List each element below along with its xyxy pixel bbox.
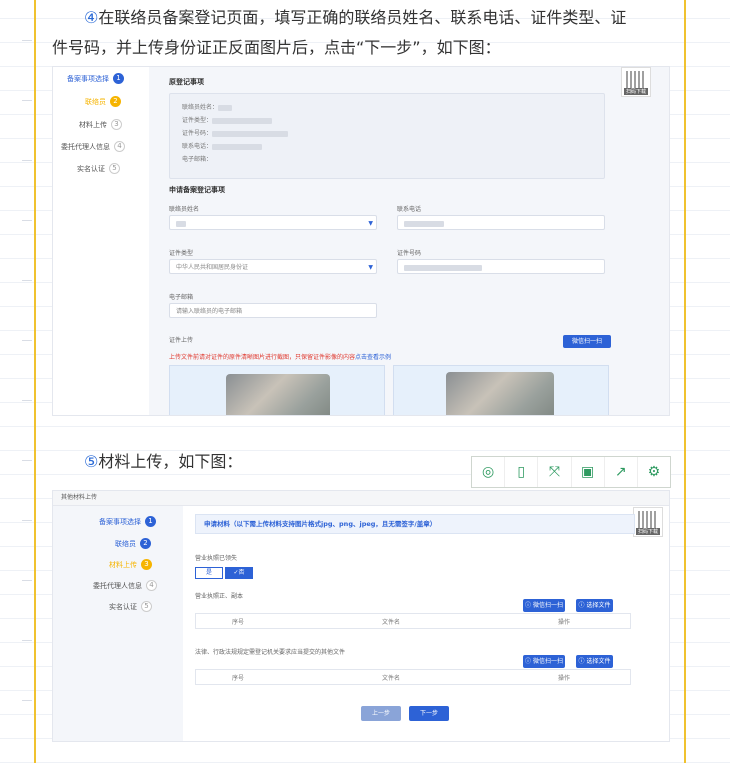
view-example-link[interactable]: 点击查看示例 bbox=[355, 354, 391, 361]
sidebar2-step-5[interactable]: 实名认证 5 bbox=[109, 601, 152, 612]
email-label: 电子邮箱 bbox=[169, 294, 194, 301]
floating-toolbar: ◎ ▯ ⤧ ▣ ↗ ⚙ bbox=[471, 456, 671, 488]
sidebar-step-1[interactable]: 备案事项选择 1 bbox=[67, 73, 124, 84]
sidebar-step-4[interactable]: 委托代理人信息 4 bbox=[61, 141, 125, 152]
upload-warning: 上传文件前请对证件的原件清晰图片进行截图，只保留证件影像的内容点击查看示例 bbox=[169, 354, 392, 361]
phone-icon[interactable]: ▯ bbox=[505, 457, 539, 487]
step5-text: 材料上传，如下图： bbox=[98, 452, 243, 471]
license-question: 营业执照已领失 bbox=[195, 555, 238, 562]
wechat-scan-button-2[interactable]: ⓘ 微信扫一扫 bbox=[523, 655, 565, 668]
sidebar-step-2[interactable]: 联络员 2 bbox=[85, 96, 121, 107]
sidebar2-step-3[interactable]: 材料上传 3 bbox=[109, 559, 152, 570]
email-input[interactable]: 请输入联络员的电子邮箱 bbox=[169, 303, 377, 318]
sidebar2-step-4[interactable]: 委托代理人信息 4 bbox=[93, 580, 157, 591]
step4-line1: 在联络员备案登记页面，填写正确的联络员姓名、联系电话、证件类型、证 bbox=[98, 8, 627, 27]
qr-code: 扫码下载 bbox=[621, 67, 651, 97]
sidebar2-step-1[interactable]: 备案事项选择 1 bbox=[99, 516, 156, 527]
name-label: 联络员姓名 bbox=[169, 206, 200, 213]
sidebar-step-5[interactable]: 实名认证 5 bbox=[77, 163, 120, 174]
file-table-1: 序号 文件名 操作 bbox=[195, 613, 631, 629]
idtype-select[interactable]: 中华人民共和国居民身份证 ▼ bbox=[169, 259, 377, 274]
option-no[interactable]: ✓否 bbox=[225, 567, 253, 579]
sidebar2-step-2[interactable]: 联络员 2 bbox=[115, 538, 151, 549]
id-front-upload[interactable] bbox=[169, 365, 385, 415]
id-card-front-image bbox=[226, 374, 330, 415]
contact-registration-screenshot: 备案事项选择 1 联络员 2 材料上传 3 委托代理人信息 4 实名认证 5 扫码下载 原… bbox=[52, 66, 670, 416]
option-yes[interactable]: 是 bbox=[195, 567, 223, 579]
settings-icon[interactable]: ⚙ bbox=[638, 457, 670, 487]
step-sidebar: 备案事项选择 1 联络员 2 材料上传 3 委托代理人信息 4 实名认证 5 bbox=[53, 67, 149, 415]
apply-section-title: 申请备案登记事项 bbox=[169, 186, 225, 194]
phone-input[interactable] bbox=[397, 215, 605, 230]
qr-code-2: 扫码下载 bbox=[633, 507, 663, 537]
original-info-box: 联络员姓名： 证件类型： 证件号码： 联系电话： 电子邮箱： bbox=[169, 93, 605, 179]
original-section-title: 原登记事项 bbox=[169, 78, 204, 86]
step-sidebar-2: 备案事项选择 1 联络员 2 材料上传 3 委托代理人信息 4 实名认证 5 bbox=[53, 506, 183, 741]
id-card-back-image bbox=[446, 372, 554, 415]
save-icon[interactable]: ▣ bbox=[572, 457, 605, 487]
file-table-2: 序号 文件名 操作 bbox=[195, 669, 631, 685]
wechat-scan-button-1[interactable]: ⓘ 微信扫一扫 bbox=[523, 599, 565, 612]
section1-label: 营业执照正、副本 bbox=[195, 593, 244, 600]
choose-file-button-2[interactable]: ⓘ 选择文件 bbox=[576, 655, 613, 668]
step4-line2: 件号码，并上传身份证正反面图片后，点击“下一步”，如下图： bbox=[52, 38, 501, 57]
fullscreen-icon[interactable]: ⤧ bbox=[538, 457, 572, 487]
section2-label: 法律、行政法规规定需登记机关要求应当提交的其他文件 bbox=[195, 649, 346, 656]
material-notice: 申请材料（以下需上传材料支持图片格式jpg、png、jpeg，且无需签字/盖章） bbox=[195, 514, 635, 534]
screenshot-header: 其他材料上传 bbox=[53, 491, 669, 506]
prev-button[interactable]: 上一步 bbox=[361, 706, 401, 721]
choose-file-button-1[interactable]: ⓘ 选择文件 bbox=[576, 599, 613, 612]
step4-paragraph: ④在联络员备案登记页面，填写正确的联络员姓名、联系电话、证件类型、证 件号码，并… bbox=[52, 3, 672, 63]
idno-label: 证件号码 bbox=[397, 250, 422, 257]
material-upload-screenshot: 其他材料上传 备案事项选择 1 联络员 2 材料上传 3 委托代理人信息 4 实名认证 5… bbox=[52, 490, 670, 742]
id-back-upload[interactable] bbox=[393, 365, 609, 415]
step5-number: ⑤ bbox=[84, 452, 99, 471]
idtype-label: 证件类型 bbox=[169, 250, 194, 257]
step4-number: ④ bbox=[84, 8, 99, 27]
upload-label: 证件上传 bbox=[169, 337, 194, 344]
contact-name-input[interactable]: ▼ bbox=[169, 215, 377, 230]
phone-label: 联系电话 bbox=[397, 206, 422, 213]
wechat-scan-button[interactable]: 微信扫一扫 bbox=[563, 335, 611, 348]
sidebar-step-3[interactable]: 材料上传 3 bbox=[79, 119, 122, 130]
idno-input[interactable] bbox=[397, 259, 605, 274]
share-icon[interactable]: ↗ bbox=[605, 457, 638, 487]
search-circle-icon[interactable]: ◎ bbox=[472, 457, 506, 487]
next-button[interactable]: 下一步 bbox=[409, 706, 449, 721]
